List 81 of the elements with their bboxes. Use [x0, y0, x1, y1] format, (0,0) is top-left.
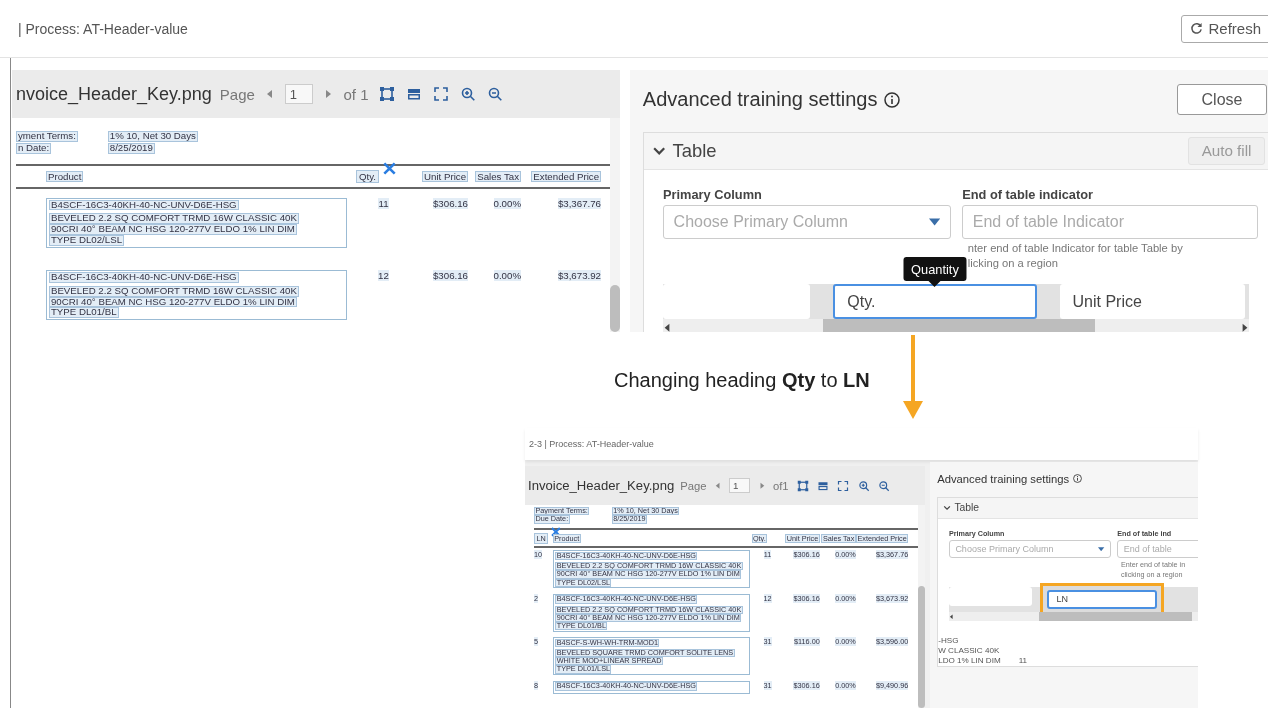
section-header[interactable]: Table: [938, 498, 1198, 519]
quantity-value: 11: [378, 197, 389, 209]
process-title: 2-3 | Process: AT-Header-value: [529, 439, 654, 449]
previous-page-icon[interactable]: [265, 89, 274, 99]
file-name: nvoice_Header_Key.png: [16, 83, 212, 105]
field-label: yment Terms:: [16, 131, 78, 142]
next-page-icon[interactable]: [758, 481, 765, 490]
zoom-in-icon[interactable]: [460, 86, 477, 102]
field-label: n Date:: [16, 142, 52, 154]
scroll-right-icon[interactable]: [1240, 322, 1249, 332]
page-label: Page: [219, 85, 255, 103]
refresh-icon: [1190, 22, 1204, 35]
field-value: 1% 10, Net 30 Days: [107, 131, 198, 142]
column-heading-field[interactable]: LN: [1047, 589, 1157, 610]
table-icon[interactable]: [817, 479, 830, 492]
close-icon[interactable]: [551, 527, 561, 537]
sales-tax-value: 0.00%: [493, 197, 521, 209]
process-title: | Process: AT-Header-value: [18, 20, 188, 37]
expand-icon[interactable]: [433, 86, 450, 102]
preview-text: LDO 1% LIN DIM: [938, 655, 1001, 667]
close-button[interactable]: Close: [1177, 84, 1267, 115]
preview-quantity: 11: [1018, 656, 1028, 666]
scrollbar[interactable]: [610, 118, 620, 332]
page-number-field[interactable]: 1: [729, 478, 751, 493]
section-header[interactable]: Table Auto fill: [643, 133, 1268, 170]
scroll-left-icon[interactable]: [663, 322, 671, 332]
hint-text: nter end of table Indicator for table Table by: [967, 241, 1184, 257]
expand-icon[interactable]: [837, 479, 850, 492]
zoom-out-icon[interactable]: [877, 479, 890, 492]
chevron-icon[interactable]: [942, 503, 951, 512]
table-icon[interactable]: [406, 86, 423, 102]
panel-title: Advanced training settings: [642, 88, 878, 112]
column-heading-field[interactable]: Unit Price: [1059, 284, 1246, 320]
caret-icon: [1098, 546, 1105, 552]
column-header[interactable]: Extended Price: [531, 170, 601, 182]
zoom-in-icon[interactable]: [857, 479, 870, 492]
panel-title: Advanced training settings: [937, 472, 1070, 485]
scroll-left-icon[interactable]: [949, 614, 954, 620]
info-icon[interactable]: [883, 91, 900, 108]
caption: Changing heading Qty to LN: [614, 368, 870, 392]
info-icon[interactable]: [1072, 474, 1082, 484]
extended-price-value: $3,367.76: [557, 197, 601, 209]
page-label: Page: [680, 479, 707, 492]
unit-price-value: $306.16: [432, 197, 468, 209]
product-code: B4SCF-16C3-40KH-40-NC-UNV-D6E-HSG: [49, 199, 239, 211]
hint-text: licking on a region: [967, 256, 1059, 272]
horizontal-scrollbar[interactable]: [949, 612, 1198, 622]
scrollbar[interactable]: [917, 505, 925, 708]
section-title: Table: [954, 502, 980, 514]
page-number-field[interactable]: 1: [284, 84, 314, 104]
zoom-out-icon[interactable]: [487, 86, 504, 102]
sales-tax-value: 0.00%: [493, 269, 521, 281]
selection-frame-icon[interactable]: [796, 479, 809, 492]
product-code: B4SCF-16C3-40KH-40-NC-UNV-D6E-HSG: [49, 271, 239, 283]
column-header[interactable]: Product: [46, 170, 84, 182]
next-page-icon[interactable]: [324, 89, 333, 99]
field-value: 8/25/2019: [107, 142, 155, 154]
previous-page-icon[interactable]: [714, 481, 721, 490]
column-header[interactable]: Sales Tax: [475, 170, 521, 182]
tooltip: Quantity: [903, 257, 967, 288]
column-heading-field[interactable]: Qty.: [832, 284, 1038, 320]
horizontal-scrollbar[interactable]: [663, 319, 1249, 332]
field-label: Primary Column: [663, 187, 763, 203]
section-title: Table: [672, 139, 717, 162]
page-count: of1: [772, 479, 789, 492]
preview-text: W CLASSIC 40K: [938, 645, 1001, 656]
column-header[interactable]: Unit Price: [422, 170, 468, 182]
refresh-button[interactable]: Refresh: [1181, 14, 1268, 43]
quantity-value: 12: [378, 269, 389, 281]
page-count: of 1: [343, 85, 369, 103]
unit-price-value: $306.16: [432, 269, 468, 281]
field-label: End of table indicator: [962, 187, 1094, 203]
placeholder: Choose Primary Column: [955, 544, 1054, 554]
preview-text: -HSG: [938, 635, 960, 646]
column-header[interactable]: Qty.: [356, 169, 379, 183]
extended-price-value: $3,673.92: [557, 269, 601, 281]
placeholder: Choose Primary Column: [673, 213, 848, 232]
close-icon[interactable]: [382, 161, 396, 175]
caret-icon: [929, 218, 941, 227]
selection-frame-icon[interactable]: [379, 86, 396, 102]
file-name: Invoice_Header_Key.png: [528, 478, 675, 493]
